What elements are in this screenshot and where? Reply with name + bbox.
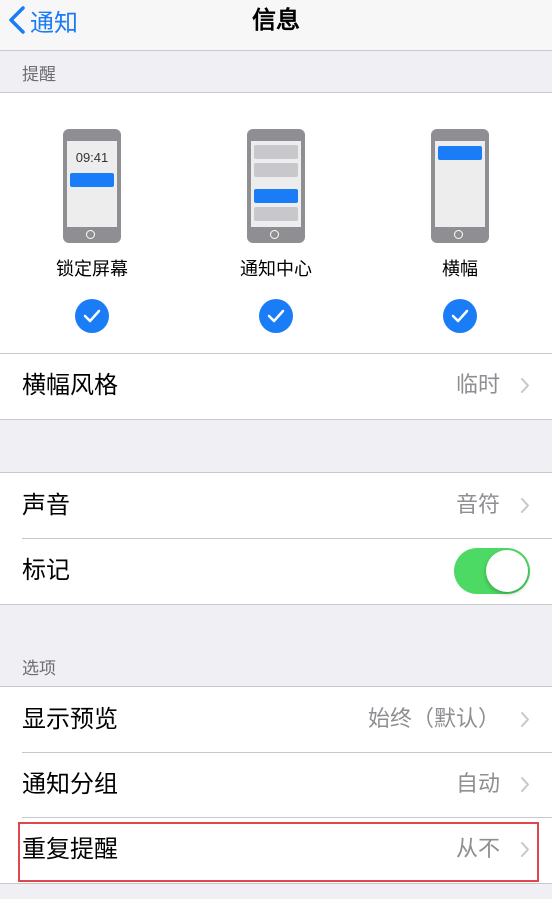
sound-row[interactable]: 声音 音符: [0, 473, 552, 538]
badge-toggle[interactable]: [454, 548, 530, 594]
badge-label: 标记: [22, 556, 70, 584]
chevron-right-icon: [521, 498, 529, 513]
banner-style-value: 临时: [455, 373, 500, 398]
repeat-alerts-value: 从不: [455, 837, 500, 862]
lock-screen-phone-icon: 09:41: [63, 129, 121, 243]
checkmark-icon: [443, 299, 477, 333]
notification-grouping-row[interactable]: 通知分组 自动: [0, 752, 552, 817]
notification-center-phone-icon: [247, 129, 305, 243]
chevron-right-icon: [521, 378, 529, 393]
chevron-right-icon: [521, 777, 529, 792]
checkmark-icon: [259, 299, 293, 333]
alerts-group: 09:41 锁定屏幕 通知中心 横幅 横幅风格 临时: [0, 92, 552, 420]
notification-grouping-label: 通知分组: [22, 770, 118, 798]
repeat-alerts-label: 重复提醒: [22, 835, 118, 863]
alert-option-label: 横幅: [442, 259, 478, 280]
alert-option-label: 通知中心: [240, 259, 312, 280]
sound-badge-group: 声音 音符 标记: [0, 472, 552, 605]
toggle-knob: [486, 550, 528, 592]
show-previews-value: 始终（默认）: [367, 707, 500, 732]
banner-style-row[interactable]: 横幅风格 临时: [0, 353, 552, 418]
show-previews-label: 显示预览: [22, 705, 118, 733]
navigation-bar: 通知 信息: [0, 0, 552, 51]
repeat-alerts-row[interactable]: 重复提醒 从不: [0, 817, 552, 882]
page-title: 信息: [252, 6, 300, 34]
notification-grouping-value: 自动: [455, 772, 500, 797]
lock-screen-time: 09:41: [75, 150, 109, 165]
banner-style-label: 横幅风格: [22, 371, 118, 399]
chevron-right-icon: [521, 842, 529, 857]
section-header-alerts: 提醒: [22, 65, 56, 85]
sound-label: 声音: [22, 491, 70, 519]
badge-row: 标记: [0, 538, 552, 603]
sound-value: 音符: [455, 493, 500, 518]
chevron-right-icon: [521, 712, 529, 727]
banners-phone-icon: [431, 129, 489, 243]
show-previews-row[interactable]: 显示预览 始终（默认）: [0, 687, 552, 752]
alert-option-label: 锁定屏幕: [56, 259, 128, 280]
options-group: 显示预览 始终（默认） 通知分组 自动 重复提醒 从不: [0, 686, 552, 884]
checkmark-icon: [75, 299, 109, 333]
section-header-options: 选项: [22, 659, 56, 679]
